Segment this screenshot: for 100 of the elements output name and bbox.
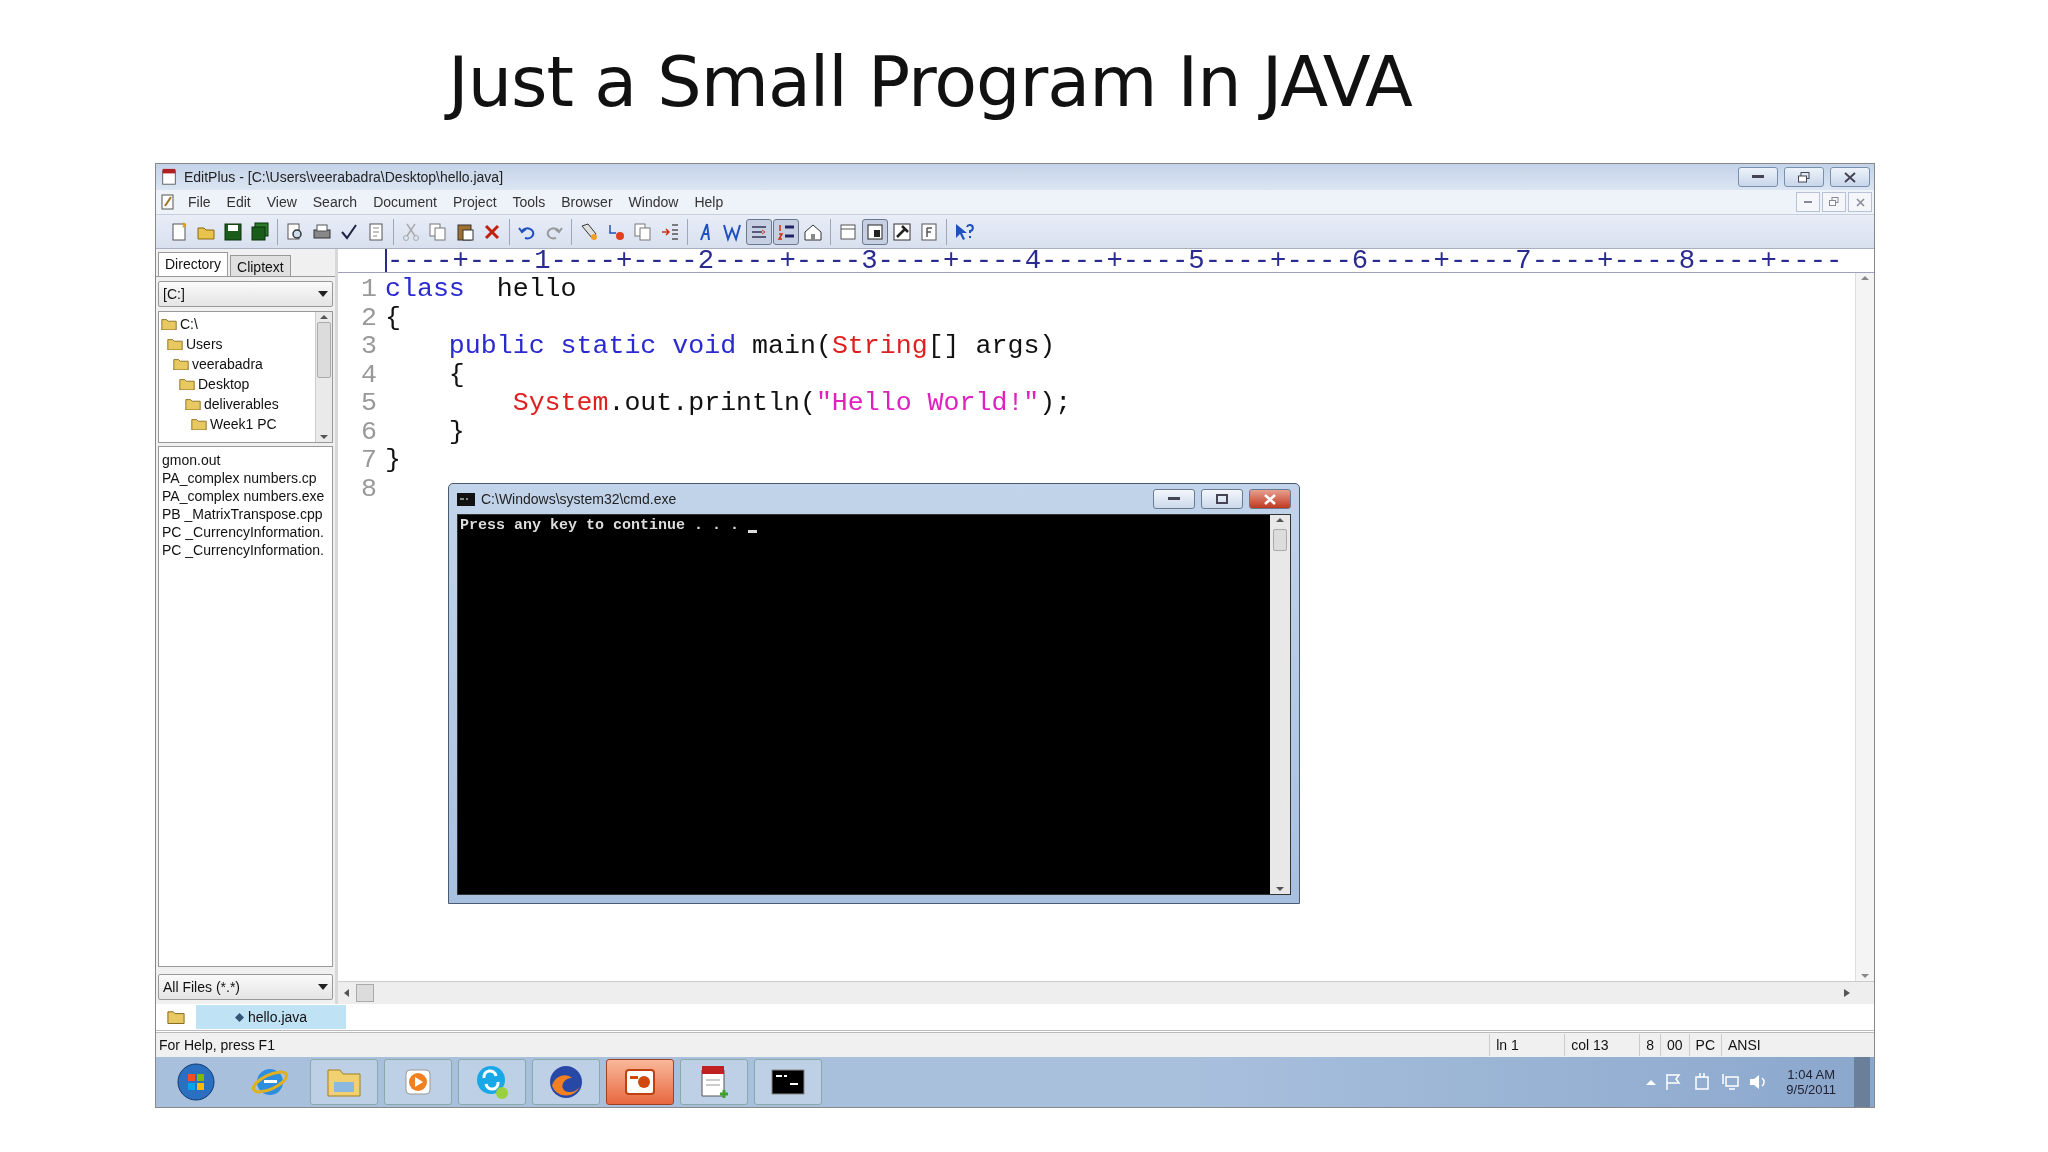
- copy-icon: [633, 221, 653, 242]
- flashlight-icon: [579, 221, 599, 242]
- up-arrow-icon[interactable]: [1646, 1078, 1657, 1086]
- taskbar-button[interactable]: [754, 1059, 822, 1105]
- maximize-icon: [1216, 494, 1228, 504]
- clock[interactable]: 1:04 AM 9/5/2011: [1776, 1067, 1846, 1097]
- taskbar-button[interactable]: [606, 1059, 674, 1105]
- status-field: ln 1: [1489, 1034, 1565, 1056]
- right-arrow-icon: [1844, 989, 1850, 997]
- status-field: 8: [1639, 1034, 1660, 1056]
- scissors-icon: [401, 221, 421, 242]
- line-number: 8: [360, 473, 378, 504]
- menu-item[interactable]: Document: [365, 194, 445, 210]
- menu-item[interactable]: Window: [620, 194, 687, 210]
- tree-item[interactable]: Week1 PC: [191, 414, 313, 434]
- code-line: {: [447, 359, 465, 390]
- magnifier-icon: [285, 221, 305, 242]
- floppy-icon: [223, 221, 243, 242]
- folder-icon: [167, 337, 183, 351]
- scrollbar-thumb[interactable]: [356, 984, 374, 1002]
- hammer-icon: [892, 221, 912, 242]
- down-arrow-icon: [1276, 884, 1284, 894]
- menu-item[interactable]: Project: [444, 194, 505, 210]
- scrollbar[interactable]: [1270, 515, 1290, 894]
- tree-item[interactable]: deliverables: [185, 394, 313, 414]
- folder-icon: [173, 357, 189, 371]
- file-name[interactable]: PA_complex numbers.exe: [162, 487, 329, 505]
- folder-icon: [167, 1009, 185, 1025]
- floppies-icon: [250, 221, 270, 242]
- tree-item[interactable]: Users: [167, 334, 313, 354]
- sidebar-tab[interactable]: Cliptext: [230, 255, 291, 276]
- minimize-button[interactable]: [1738, 167, 1778, 187]
- scrollbar-thumb[interactable]: [317, 322, 331, 378]
- menu-item[interactable]: File: [180, 194, 219, 210]
- start-orb-icon: [176, 1062, 216, 1102]
- file-name[interactable]: PC _CurrencyInformation.: [162, 523, 329, 541]
- close-icon: [1264, 493, 1276, 505]
- tree-item[interactable]: veerabadra: [173, 354, 313, 374]
- scrollbar-thumb[interactable]: [1273, 529, 1287, 551]
- maximize-button[interactable]: [1201, 489, 1243, 509]
- minimize-button[interactable]: [1153, 489, 1195, 509]
- menu-item[interactable]: Search: [304, 194, 366, 210]
- column-ruler: ----+----1----+----2----+----3----+----4----+----5----+----6----+----7----+----8----+----: [385, 249, 1843, 272]
- document-pen-icon: [160, 194, 176, 210]
- restore-icon: [1829, 197, 1839, 207]
- close-button[interactable]: [1830, 167, 1870, 187]
- menu-item[interactable]: Browser: [553, 194, 621, 210]
- minimize-icon: [1752, 175, 1764, 179]
- up-arrow-icon: [1861, 273, 1869, 283]
- drive-dropdown[interactable]: [C:]: [158, 281, 333, 307]
- console-output: Press any key to continue . . .: [460, 517, 741, 534]
- file-name[interactable]: gmon.out: [162, 451, 329, 469]
- tree-item[interactable]: Desktop: [179, 374, 313, 394]
- down-arrow-icon: [320, 432, 328, 442]
- restore-button[interactable]: [1784, 167, 1824, 187]
- menu-item[interactable]: Tools: [504, 194, 554, 210]
- file-name[interactable]: PA_complex numbers.cp: [162, 469, 329, 487]
- document-tab[interactable]: hello.java: [196, 1005, 346, 1029]
- horizontal-scrollbar[interactable]: [338, 981, 1874, 1004]
- scrollbar[interactable]: [315, 312, 332, 442]
- taskbar-button[interactable]: [680, 1059, 748, 1105]
- close-button[interactable]: [1249, 489, 1291, 509]
- status-field: PC: [1688, 1034, 1721, 1056]
- file-filter-dropdown[interactable]: All Files (*.*): [158, 974, 333, 1000]
- code-line: }: [385, 445, 401, 476]
- left-arrow-icon: [344, 989, 350, 997]
- folder-icon: [161, 317, 177, 331]
- line-number: 6: [360, 416, 378, 447]
- new-file-icon: [169, 221, 189, 242]
- menu-item[interactable]: View: [258, 194, 305, 210]
- line-number: 1: [360, 274, 378, 305]
- page-icon: [366, 221, 386, 242]
- panel-icon: [838, 221, 858, 242]
- code-line: {: [385, 302, 401, 333]
- minimize-icon: [1168, 497, 1180, 501]
- network-icon[interactable]: [1720, 1072, 1741, 1092]
- window-icon: [865, 221, 885, 242]
- status-text: For Help, press F1: [158, 1037, 276, 1053]
- toolbar-button[interactable]: [773, 218, 799, 245]
- down-arrow-icon: [1861, 971, 1869, 981]
- menu-item[interactable]: Help: [686, 194, 732, 210]
- close-icon: [1855, 197, 1865, 207]
- copy-icon: [428, 221, 448, 242]
- caret-icon: [318, 291, 328, 297]
- file-name[interactable]: PC _CurrencyInformation.: [162, 541, 329, 559]
- text-cursor: [748, 530, 758, 533]
- notepad-icon: [160, 168, 178, 186]
- tree-item[interactable]: C:\: [161, 314, 313, 334]
- file-name[interactable]: PB _MatrixTranspose.cpp: [162, 505, 329, 523]
- sidebar-tab[interactable]: Directory: [158, 252, 228, 276]
- scrollbar[interactable]: [1855, 273, 1874, 981]
- line-number: 5: [360, 388, 378, 419]
- folder-icon: [185, 397, 201, 411]
- close-icon: [1844, 171, 1856, 183]
- clipboard-icon: [455, 221, 475, 242]
- printer-icon: [312, 221, 332, 242]
- code-line: }: [447, 416, 465, 447]
- toolbar-button[interactable]: [862, 218, 888, 245]
- diamond-icon: [234, 1012, 244, 1022]
- menu-item[interactable]: Edit: [218, 194, 259, 210]
